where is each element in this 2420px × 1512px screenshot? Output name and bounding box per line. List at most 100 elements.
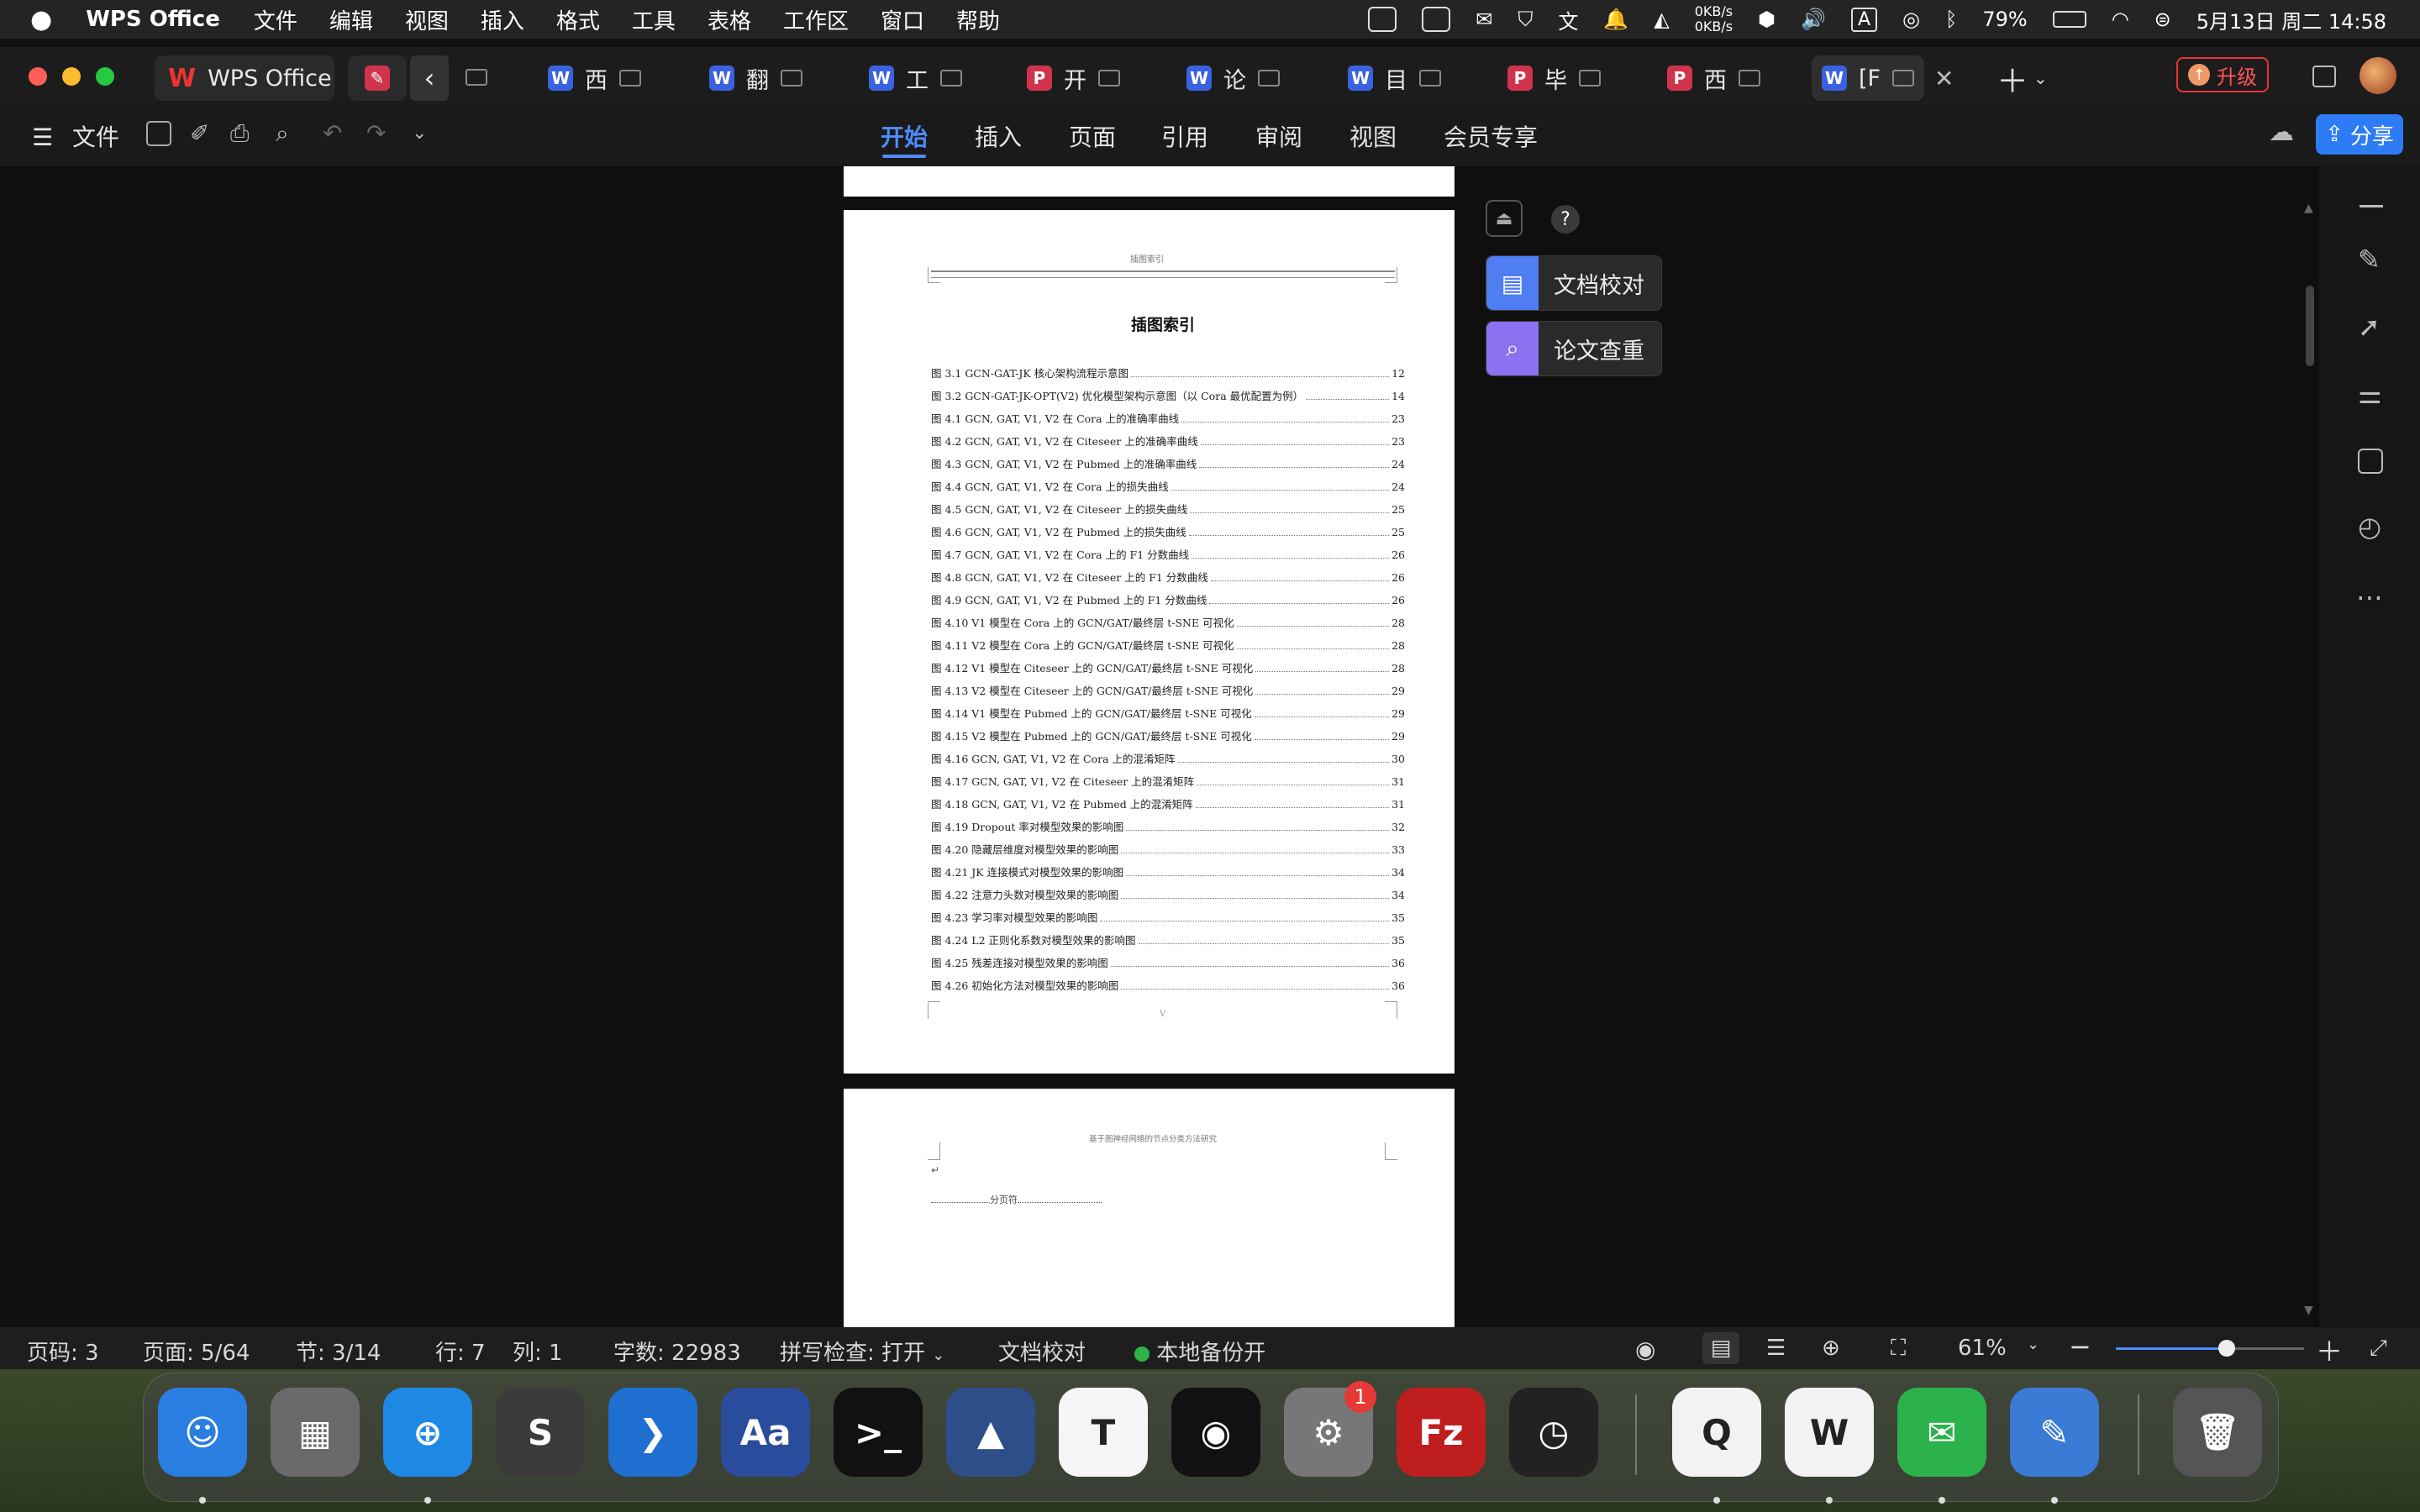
status-word-count[interactable]: 字数: 22983	[613, 1336, 741, 1367]
figure-index-row[interactable]: 图 4.12 V1 模型在 Citeseer 上的 GCN/GAT/最终层 t-…	[931, 659, 1405, 682]
dock-vscode-icon[interactable]: ❯	[608, 1388, 697, 1477]
minimize-window-button[interactable]	[62, 67, 81, 86]
signature-icon[interactable]	[2358, 449, 2383, 474]
figure-index-row[interactable]: 图 4.16 GCN, GAT, V1, V2 在 Cora 上的混淆矩阵 30	[931, 750, 1405, 773]
format-painter-icon[interactable]: ✐	[190, 119, 209, 147]
cloud-icon[interactable]: ☁	[2269, 118, 2294, 147]
tab-document-1[interactable]: W翻	[709, 55, 802, 101]
wechat-status-icon[interactable]: ✉	[1476, 8, 1492, 31]
save-icon[interactable]	[146, 121, 171, 146]
fullscreen-icon[interactable]: ⤢	[2370, 1336, 2387, 1362]
bell-icon[interactable]: 🔔	[1603, 8, 1628, 31]
bluetooth-icon[interactable]: ᛒ	[1945, 8, 1957, 31]
menu-item-workspace[interactable]: 工作区	[783, 4, 849, 35]
print-preview-icon[interactable]: ⌕	[276, 119, 289, 148]
status-row[interactable]: 行: 7	[435, 1336, 486, 1367]
figure-index-row[interactable]: 图 4.13 V2 模型在 Citeseer 上的 GCN/GAT/最终层 t-…	[931, 682, 1405, 705]
tab-document-3[interactable]: P开	[1027, 55, 1120, 101]
menu-item-view[interactable]: 视图	[405, 4, 449, 35]
figure-index-row[interactable]: 图 4.25 残差连接对模型效果的影响图 36	[931, 954, 1405, 977]
status-spell-check[interactable]: 拼写检查: 打开 ⌄	[780, 1336, 944, 1367]
clock-datetime[interactable]: 5月13日 周二 14:58	[2196, 5, 2386, 34]
dock-finder-icon[interactable]: ☺	[158, 1388, 247, 1477]
tab-insert[interactable]: 插入	[975, 119, 1022, 153]
input-method[interactable]: A	[1850, 7, 1877, 32]
page-next[interactable]	[844, 1089, 1455, 1327]
dock-terminal-icon[interactable]: >_	[834, 1388, 923, 1477]
figure-index-row[interactable]: 图 4.4 GCN, GAT, V1, V2 在 Cora 上的损失曲线 24	[931, 478, 1405, 501]
figure-index-row[interactable]: 图 4.19 Dropout 率对模型效果的影响图 32	[931, 818, 1405, 841]
dock-chatbot-icon[interactable]: ◉	[1171, 1388, 1260, 1477]
tab-page[interactable]: 页面	[1069, 119, 1116, 153]
scroll-up-arrow-icon[interactable]: ▲	[2304, 202, 2313, 215]
menu-item-tools[interactable]: 工具	[632, 4, 676, 35]
menu-item-table[interactable]: 表格	[708, 4, 751, 35]
dock-dictionary-icon[interactable]: Aa	[721, 1388, 810, 1477]
page-view-icon[interactable]: ▤	[1702, 1332, 1739, 1364]
tab-close-button[interactable]: ✕	[1934, 55, 1954, 101]
proofread-button[interactable]: ▤ 文档校对	[1486, 255, 1662, 311]
adjust-icon[interactable]: ⚌	[2358, 378, 2382, 410]
tab-list-chevron-icon[interactable]: ⌄	[2033, 55, 2048, 101]
dock-safari-icon[interactable]: ⊕	[383, 1388, 472, 1477]
tab-reference[interactable]: 引用	[1161, 119, 1208, 153]
menu-item-help[interactable]: 帮助	[956, 4, 1000, 35]
menu-item-window[interactable]: 窗口	[881, 4, 924, 35]
status-col[interactable]: 列: 1	[513, 1336, 563, 1367]
zoom-level[interactable]: 61%	[1958, 1336, 2007, 1361]
zoom-out-button[interactable]: −	[2069, 1331, 2091, 1362]
figure-index-row[interactable]: 图 4.7 GCN, GAT, V1, V2 在 Cora 上的 F1 分数曲线…	[931, 546, 1405, 569]
battery-icon[interactable]	[2052, 11, 2086, 28]
close-window-button[interactable]	[29, 67, 47, 86]
tab-document-2[interactable]: W工	[869, 55, 962, 101]
dock-clock-icon[interactable]: ◷	[1509, 1388, 1598, 1477]
zoom-slider-thumb[interactable]	[2218, 1340, 2236, 1357]
control-center-icon[interactable]: ⊜	[2154, 8, 2171, 31]
figure-index-row[interactable]: 图 4.18 GCN, GAT, V1, V2 在 Pubmed 上的混淆矩阵 3…	[931, 795, 1405, 818]
figure-index-row[interactable]: 图 4.20 隐藏层维度对模型效果的影响图 33	[931, 841, 1405, 864]
shield-icon[interactable]: ⛉	[1518, 8, 1533, 31]
figure-index-row[interactable]: 图 3.2 GCN-GAT-JK-OPT(V2) 优化模型架构示意图（以 Cor…	[931, 387, 1405, 410]
figure-index-row[interactable]: 图 4.1 GCN, GAT, V1, V2 在 Cora 上的准确率曲线 23	[931, 410, 1405, 433]
avatar[interactable]	[2360, 57, 2396, 94]
dock-launchpad-icon[interactable]: ▦	[271, 1388, 360, 1477]
tab-review[interactable]: 审阅	[1255, 119, 1302, 153]
collapse-panel-icon[interactable]: ⏏	[1486, 200, 1523, 237]
tab-document-4[interactable]: W论	[1186, 55, 1280, 101]
tab-pdf-tool[interactable]: ✎	[348, 55, 407, 101]
wifi-icon[interactable]: ◠	[2112, 8, 2129, 31]
tab-scroll-left-button[interactable]: ‹	[410, 55, 449, 101]
menu-item-insert[interactable]: 插入	[481, 4, 524, 35]
tab-home[interactable]: 开始	[881, 119, 928, 153]
wps-status-icon[interactable]	[1422, 7, 1451, 32]
dock-preview-icon[interactable]: ✎	[2010, 1388, 2099, 1477]
translate-icon[interactable]: 文	[1558, 5, 1578, 34]
tab-document-7[interactable]: P西	[1667, 55, 1760, 101]
more-chevron-icon[interactable]: ⌄	[412, 123, 427, 144]
figure-index-row[interactable]: 图 4.22 注意力头数对模型效果的影响图 34	[931, 886, 1405, 909]
hexagon-icon[interactable]: ⬢	[1758, 8, 1776, 31]
dock-wechat-icon[interactable]: ✉	[1897, 1388, 1986, 1477]
figure-index-row[interactable]: 图 4.17 GCN, GAT, V1, V2 在 Citeseer 上的混淆矩…	[931, 773, 1405, 795]
new-tab-button[interactable]: ＋	[1996, 55, 2028, 101]
dock-wps-icon[interactable]: W	[1785, 1388, 1874, 1477]
dock-qq-icon[interactable]: Q	[1672, 1388, 1761, 1477]
user-icon[interactable]: ◎	[1902, 8, 1920, 31]
zoom-window-button[interactable]	[96, 67, 114, 86]
more-options-icon[interactable]: ⋯	[2356, 581, 2383, 613]
help-button[interactable]: ?	[1551, 205, 1580, 234]
status-proofread[interactable]: 文档校对	[998, 1336, 1086, 1367]
figure-index-row[interactable]: 图 4.6 GCN, GAT, V1, V2 在 Pubmed 上的损失曲线 25	[931, 523, 1405, 546]
menu-item-edit[interactable]: 编辑	[329, 4, 373, 35]
figure-index-row[interactable]: 图 4.23 学习率对模型效果的影响图 35	[931, 909, 1405, 932]
zoom-dropdown-chevron-icon[interactable]: ⌄	[2027, 1336, 2039, 1353]
figure-index-row[interactable]: 图 4.15 V2 模型在 Pubmed 上的 GCN/GAT/最终层 t-SN…	[931, 727, 1405, 750]
tab-document-8[interactable]: W [F	[1812, 55, 1925, 101]
tab-wps-home[interactable]: W WPS Office	[155, 55, 334, 101]
undo-icon[interactable]: ↶	[323, 119, 342, 147]
history-icon[interactable]: ◴	[2358, 511, 2381, 543]
apple-icon[interactable]: ●	[30, 5, 52, 34]
status-section[interactable]: 节: 3/14	[296, 1336, 381, 1367]
pen-icon[interactable]: ✎	[2358, 244, 2381, 276]
fit-page-icon[interactable]: ⛶	[1891, 1336, 1906, 1362]
